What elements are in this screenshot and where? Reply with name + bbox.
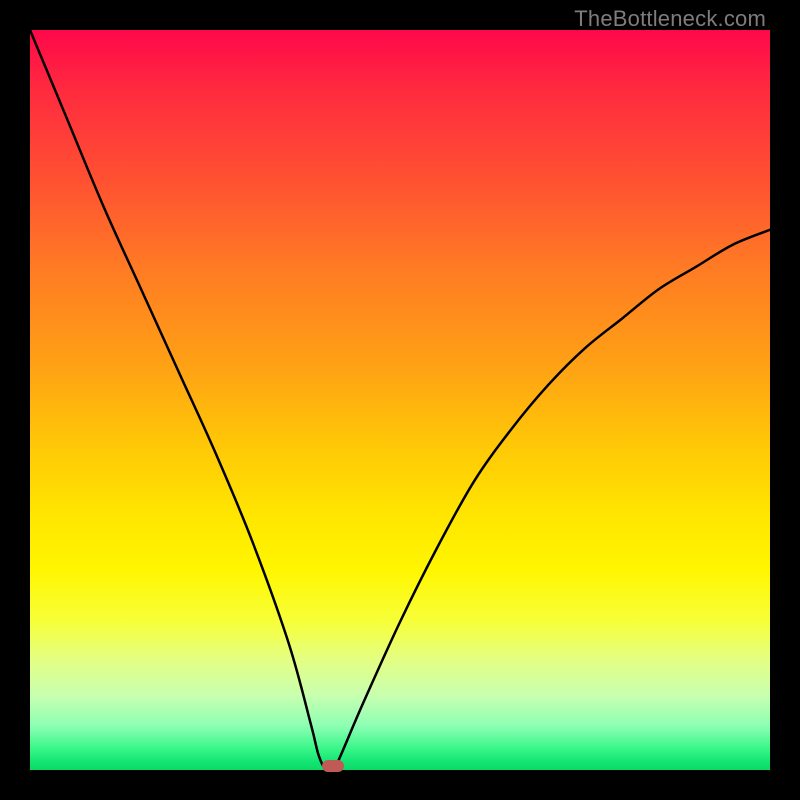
watermark-text: TheBottleneck.com: [574, 6, 766, 32]
bottleneck-curve: [30, 30, 770, 770]
chart-frame: TheBottleneck.com: [0, 0, 800, 800]
optimal-marker: [322, 760, 344, 772]
plot-area: [30, 30, 770, 770]
